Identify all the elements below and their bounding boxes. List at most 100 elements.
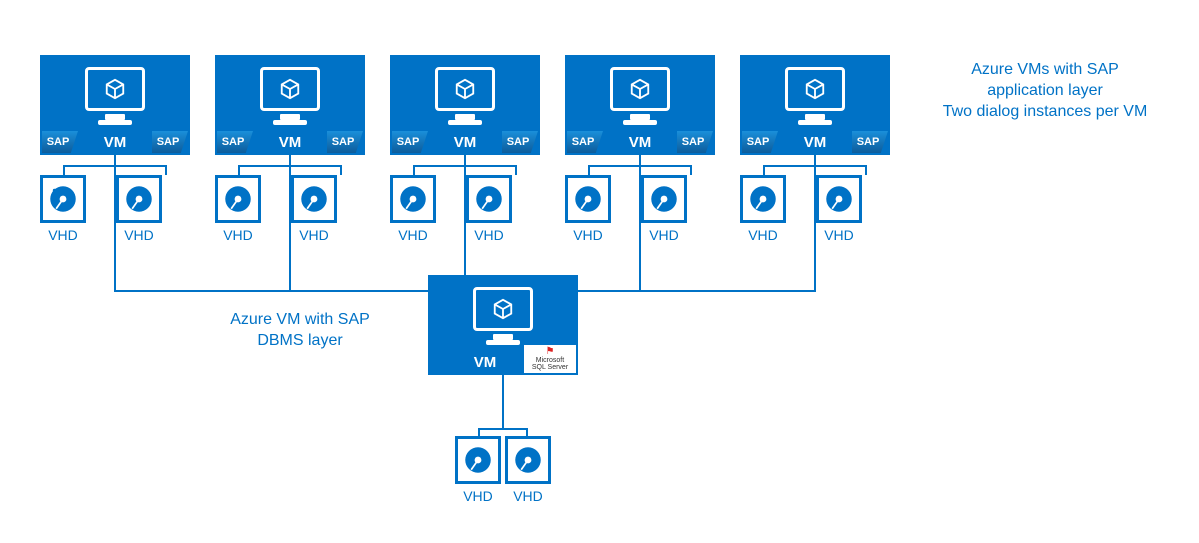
disk-icon xyxy=(816,175,862,223)
disk-icon xyxy=(291,175,337,223)
db-vm: VM ⚑ Microsoft SQL Server xyxy=(428,275,578,375)
sap-badge-icon: SAP xyxy=(327,131,363,153)
vm-label: VM xyxy=(454,134,477,151)
vhd-label: VHD xyxy=(474,227,504,243)
vhd-item: VHD xyxy=(505,436,551,504)
monitor-icon xyxy=(473,287,533,331)
annotation-line: application layer xyxy=(930,81,1160,102)
vhd-item: VHD xyxy=(215,175,261,243)
vhd-item: VHD xyxy=(390,175,436,243)
app-vm-2: SAP VM SAP xyxy=(215,55,365,155)
disk-icon xyxy=(40,175,86,223)
sap-badge-icon: SAP xyxy=(742,131,778,153)
cube-icon xyxy=(629,78,651,100)
disk-icon xyxy=(390,175,436,223)
vm-label: VM xyxy=(629,134,652,151)
vhd-item: VHD xyxy=(116,175,162,243)
vhd-label: VHD xyxy=(748,227,778,243)
vhd-group: VHD VHD xyxy=(565,175,687,243)
cube-icon xyxy=(454,78,476,100)
vhd-item: VHD xyxy=(40,175,86,243)
connector xyxy=(502,375,504,430)
annotation-line: Azure VM with SAP xyxy=(210,310,390,331)
vhd-label: VHD xyxy=(649,227,679,243)
sap-badge-icon: SAP xyxy=(502,131,538,153)
vhd-label: VHD xyxy=(398,227,428,243)
vm-label: VM xyxy=(104,134,127,151)
connector xyxy=(63,165,167,167)
diagram-canvas: SAP VM SAP SAP VM SAP SAP VM SAP SAP VM … xyxy=(0,0,1199,543)
vhd-item: VHD xyxy=(291,175,337,243)
sap-badge-icon: SAP xyxy=(217,131,253,153)
connector xyxy=(865,165,867,175)
cube-icon xyxy=(492,298,514,320)
vhd-label: VHD xyxy=(573,227,603,243)
annotation-app-layer: Azure VMs with SAP application layer Two… xyxy=(930,60,1160,122)
cube-icon xyxy=(804,78,826,100)
disk-icon xyxy=(505,436,551,484)
vhd-item: VHD xyxy=(641,175,687,243)
connector xyxy=(763,165,867,167)
monitor-icon xyxy=(610,67,670,111)
disk-icon xyxy=(565,175,611,223)
monitor-icon xyxy=(785,67,845,111)
sql-server-badge-icon: ⚑ Microsoft SQL Server xyxy=(524,345,576,373)
monitor-icon xyxy=(435,67,495,111)
connector xyxy=(690,165,692,175)
connector xyxy=(763,165,765,175)
vhd-label: VHD xyxy=(463,488,493,504)
sap-badge-icon: SAP xyxy=(392,131,428,153)
app-vm-1: SAP VM SAP xyxy=(40,55,190,155)
disk-icon xyxy=(641,175,687,223)
monitor-icon xyxy=(85,67,145,111)
vm-label: VM xyxy=(804,134,827,151)
vhd-item: VHD xyxy=(565,175,611,243)
sap-badge-icon: SAP xyxy=(567,131,603,153)
vhd-label: VHD xyxy=(223,227,253,243)
vhd-label: VHD xyxy=(513,488,543,504)
connector xyxy=(238,165,342,167)
app-vm-4: SAP VM SAP xyxy=(565,55,715,155)
sql-label-top: Microsoft xyxy=(536,357,564,364)
connector xyxy=(413,165,517,167)
connector xyxy=(588,165,590,175)
connector xyxy=(526,428,528,436)
annotation-line: Azure VMs with SAP xyxy=(930,60,1160,81)
vhd-item: VHD xyxy=(740,175,786,243)
sap-badge-icon: SAP xyxy=(852,131,888,153)
cube-icon xyxy=(279,78,301,100)
vhd-label: VHD xyxy=(124,227,154,243)
vm-label: VM xyxy=(474,354,497,371)
vhd-label: VHD xyxy=(299,227,329,243)
vhd-group: VHD VHD xyxy=(215,175,337,243)
annotation-dbms-layer: Azure VM with SAP DBMS layer xyxy=(210,310,390,352)
cube-icon xyxy=(104,78,126,100)
disk-icon xyxy=(466,175,512,223)
vhd-item: VHD xyxy=(455,436,501,504)
connector xyxy=(340,165,342,175)
sap-badge-icon: SAP xyxy=(42,131,78,153)
sap-badge-icon: SAP xyxy=(677,131,713,153)
connector xyxy=(515,165,517,175)
connector xyxy=(478,428,528,430)
monitor-icon xyxy=(260,67,320,111)
vm-label: VM xyxy=(279,134,302,151)
annotation-line: Two dialog instances per VM xyxy=(930,102,1160,123)
sap-badge-icon: SAP xyxy=(152,131,188,153)
app-vm-3: SAP VM SAP xyxy=(390,55,540,155)
annotation-line: DBMS layer xyxy=(210,331,390,352)
flag-icon: ⚑ xyxy=(546,347,555,357)
vhd-item: VHD xyxy=(816,175,862,243)
connector xyxy=(413,165,415,175)
connector xyxy=(63,165,65,175)
connector xyxy=(165,165,167,175)
disk-icon xyxy=(116,175,162,223)
connector xyxy=(478,428,480,436)
vhd-group: VHD VHD xyxy=(40,175,162,243)
vhd-item: VHD xyxy=(466,175,512,243)
disk-icon xyxy=(455,436,501,484)
vhd-group: VHD VHD xyxy=(740,175,862,243)
vhd-label: VHD xyxy=(824,227,854,243)
app-vm-5: SAP VM SAP xyxy=(740,55,890,155)
vhd-label: VHD xyxy=(48,227,78,243)
